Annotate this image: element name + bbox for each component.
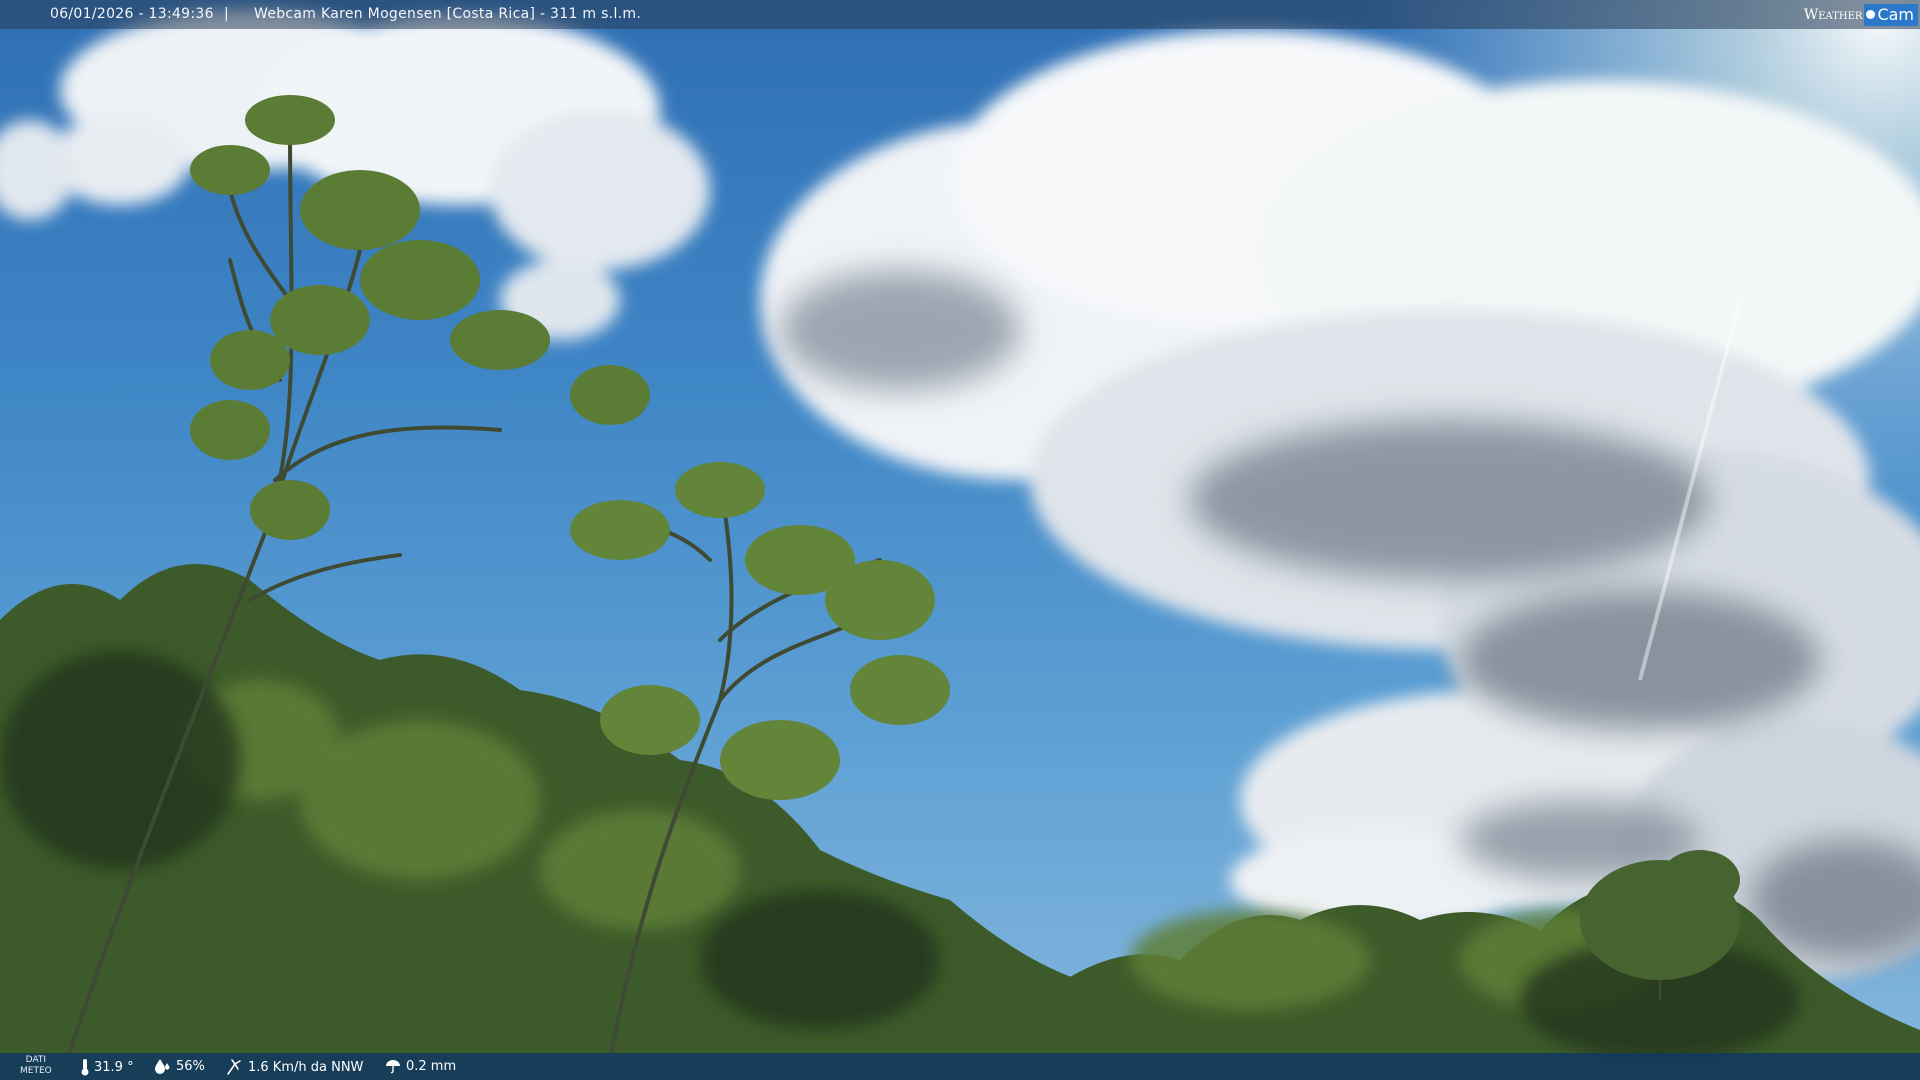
logo-cam-box: Cam xyxy=(1864,3,1918,26)
weathercam-logo: Weather Cam xyxy=(1804,3,1918,26)
header-separator: | xyxy=(224,6,229,22)
wind-readout: 1.6 Km/h da NNW xyxy=(226,1058,363,1076)
logo-cam-text: Cam xyxy=(1877,5,1914,24)
rain-readout: 0.2 mm xyxy=(384,1058,456,1074)
temperature-readout: 31.9 ° xyxy=(80,1058,134,1076)
wind-icon xyxy=(227,1059,241,1075)
thermometer-icon xyxy=(81,1059,89,1076)
webcam-frame: 06/01/2026 - 13:49:36 | Webcam Karen Mog… xyxy=(0,0,1920,1080)
temperature-value: 31.9 ° xyxy=(94,1059,134,1075)
logo-dot-icon xyxy=(1866,10,1876,19)
humidity-readout: 56% xyxy=(152,1058,205,1074)
webcam-datetime: 06/01/2026 - 13:49:36 xyxy=(50,6,214,22)
wind-value: 1.6 Km/h da NNW xyxy=(248,1059,364,1075)
webcam-title: Webcam Karen Mogensen [Costa Rica] - 311… xyxy=(254,6,642,22)
weather-label-line2: METEO xyxy=(20,1066,52,1076)
weather-label-line1: DATI xyxy=(25,1055,47,1065)
webcam-header-bar: 06/01/2026 - 13:49:36 | Webcam Karen Mog… xyxy=(0,0,1920,29)
logo-weather-text: Weather xyxy=(1803,6,1863,23)
humidity-value: 56% xyxy=(176,1058,205,1074)
weather-data-bar: DATI METEO 31.9 ° 56% 1.6 Km/h da NNW 0.… xyxy=(0,1053,1920,1080)
webcam-sky-scene xyxy=(0,0,1920,1080)
humidity-icon xyxy=(155,1059,170,1074)
weather-bar-label: DATI METEO xyxy=(20,1055,52,1077)
rain-value: 0.2 mm xyxy=(406,1058,457,1074)
rain-icon xyxy=(386,1060,400,1074)
